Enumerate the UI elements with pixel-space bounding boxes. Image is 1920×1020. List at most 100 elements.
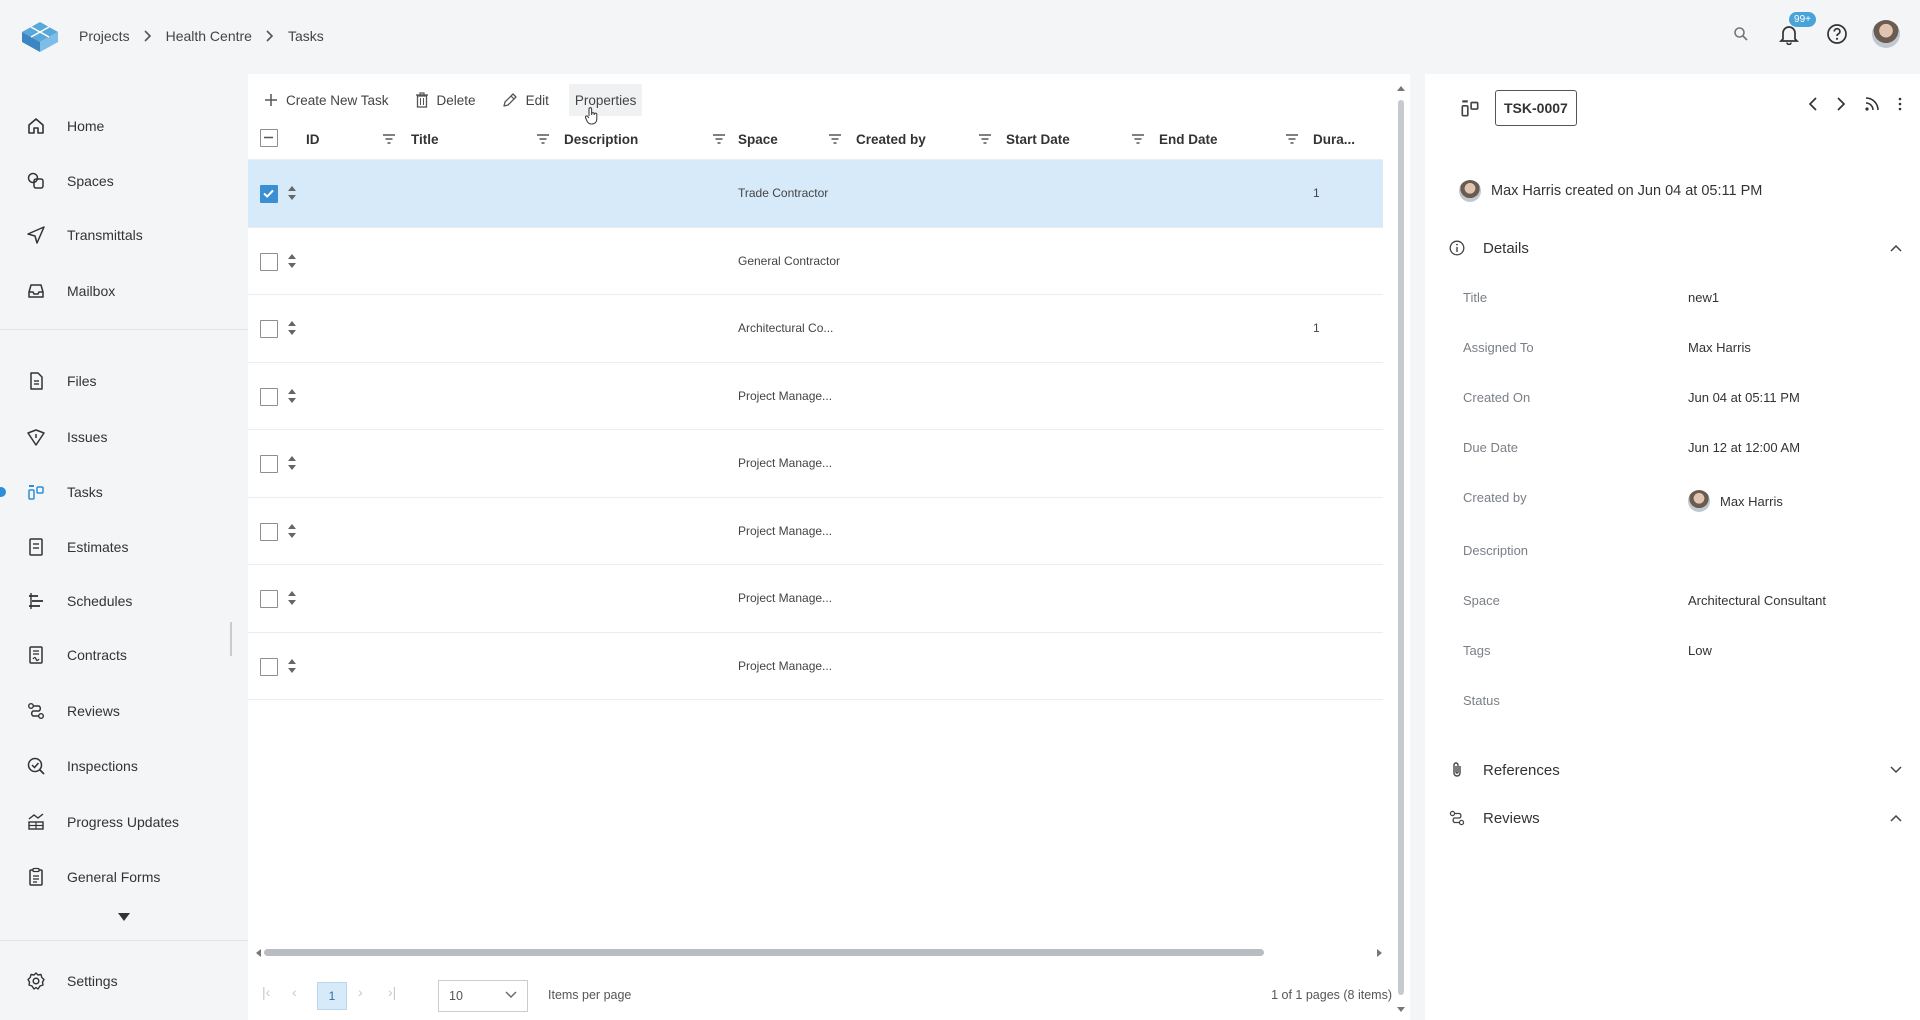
sidebar-item-progress-updates[interactable]: Progress Updates	[0, 802, 248, 842]
detail-field-value-wrap[interactable]: Max Harris	[1688, 490, 1783, 512]
delete-button[interactable]: Delete	[415, 84, 476, 116]
sidebar-item-transmittals[interactable]: Transmittals	[0, 215, 248, 255]
sidebar-item-estimates[interactable]: Estimates	[0, 527, 248, 567]
sidebar-item-spaces[interactable]: Spaces	[0, 161, 248, 201]
row-checkbox[interactable]	[260, 590, 278, 608]
sidebar-item-tasks[interactable]: Tasks	[0, 472, 248, 512]
reorder-arrows-icon[interactable]	[286, 453, 298, 473]
scrollbar-thumb[interactable]	[264, 949, 1264, 956]
row-checkbox[interactable]	[260, 185, 278, 203]
column-label: Description	[564, 131, 639, 147]
edit-button[interactable]: Edit	[502, 84, 549, 116]
first-page-icon[interactable]: |‹	[262, 984, 270, 1000]
sidebar-item-contracts[interactable]: Contracts	[0, 635, 248, 675]
column-header-end-date[interactable]: End Date	[1159, 118, 1218, 160]
creator-avatar	[1688, 490, 1710, 512]
sidebar-item-home[interactable]: Home	[0, 106, 248, 146]
reorder-arrows-icon[interactable]	[286, 251, 298, 271]
sidebar-more-caret-icon[interactable]	[117, 912, 131, 922]
scrollbar-thumb[interactable]	[1398, 100, 1404, 995]
items-per-page-select[interactable]: 10	[438, 980, 528, 1012]
sidebar-item-reviews[interactable]: Reviews	[0, 691, 248, 731]
filter-icon[interactable]	[536, 132, 550, 146]
column-header-id[interactable]: ID	[306, 118, 320, 160]
table-row[interactable]: Project Manage...	[248, 363, 1383, 430]
next-task-icon[interactable]	[1836, 97, 1846, 111]
notifications-bell-icon[interactable]: 99+	[1776, 12, 1816, 47]
filter-icon[interactable]	[712, 132, 726, 146]
sidebar-scrollbar[interactable]	[230, 622, 232, 656]
table-row[interactable]: Project Manage...	[248, 633, 1383, 700]
reorder-arrows-icon[interactable]	[286, 588, 298, 608]
tasks-icon	[1459, 97, 1481, 119]
filter-icon[interactable]	[1285, 132, 1299, 146]
table-row[interactable]: Project Manage...	[248, 565, 1383, 633]
properties-button[interactable]: Properties	[568, 84, 643, 116]
reviews-section-header[interactable]: Reviews	[1447, 803, 1902, 833]
previous-task-icon[interactable]	[1808, 97, 1818, 111]
detail-field-value: new1	[1688, 290, 1720, 305]
cell-space: Project Manage...	[738, 523, 833, 538]
row-checkbox[interactable]	[260, 455, 278, 473]
details-section-header[interactable]: Details	[1447, 233, 1902, 263]
row-checkbox[interactable]	[260, 252, 278, 271]
help-icon[interactable]	[1824, 21, 1850, 47]
table-row[interactable]: General Contractor	[248, 228, 1383, 295]
column-header-created-by[interactable]: Created by	[856, 118, 926, 160]
row-checkbox[interactable]	[260, 387, 278, 406]
breadcrumb-health-centre[interactable]: Health Centre	[166, 28, 252, 44]
reorder-arrows-icon[interactable]	[286, 656, 298, 676]
table-row[interactable]: Project Manage...	[248, 498, 1383, 565]
filter-icon[interactable]	[978, 132, 992, 146]
prev-page-icon[interactable]: ‹	[292, 984, 297, 1000]
user-avatar[interactable]	[1872, 20, 1900, 48]
table-row[interactable]: Architectural Co... 1	[248, 295, 1383, 363]
detail-field-value-wrap[interactable]: Jun 12 at 12:00 AM	[1688, 440, 1800, 455]
sidebar-item-files[interactable]: Files	[0, 361, 248, 401]
sidebar-item-inspections[interactable]: Inspections	[0, 746, 248, 786]
sidebar-item-mailbox[interactable]: Mailbox	[0, 271, 248, 311]
row-checkbox[interactable]	[260, 522, 278, 541]
select-all-checkbox[interactable]	[260, 129, 278, 147]
detail-field-value-wrap[interactable]: Max Harris	[1688, 340, 1751, 355]
search-icon[interactable]	[1728, 21, 1754, 47]
references-section-header[interactable]: References	[1447, 755, 1902, 785]
create-new-task-label: Create New Task	[286, 92, 389, 108]
detail-field-value-wrap[interactable]: new1	[1688, 290, 1719, 305]
reorder-arrows-icon[interactable]	[286, 318, 298, 338]
breadcrumb-projects[interactable]: Projects	[79, 28, 130, 44]
column-header-duration[interactable]: Dura...	[1313, 118, 1355, 160]
row-checkbox[interactable]	[260, 320, 278, 338]
reorder-arrows-icon[interactable]	[286, 183, 298, 203]
reorder-arrows-icon[interactable]	[286, 386, 298, 406]
detail-field-value-wrap[interactable]: Jun 04 at 05:11 PM	[1688, 390, 1800, 405]
filter-icon[interactable]	[1131, 132, 1145, 146]
app-logo-icon[interactable]	[20, 20, 60, 54]
column-header-start-date[interactable]: Start Date	[1006, 118, 1070, 160]
chevron-up-icon	[1890, 244, 1902, 252]
table-row[interactable]: Trade Contractor 1	[248, 160, 1383, 228]
sidebar-item-settings[interactable]: Settings	[0, 961, 248, 1001]
more-options-icon[interactable]	[1898, 97, 1902, 111]
create-new-task-button[interactable]: Create New Task	[264, 84, 389, 116]
filter-icon[interactable]	[828, 132, 842, 146]
cell-space: Trade Contractor	[738, 186, 829, 201]
column-header-title[interactable]: Title	[411, 118, 439, 160]
last-page-icon[interactable]: ›|	[388, 984, 396, 1000]
detail-field-value-wrap[interactable]: Architectural Consultant	[1688, 593, 1826, 608]
row-checkbox[interactable]	[260, 657, 278, 676]
horizontal-scrollbar[interactable]	[254, 946, 1384, 958]
reorder-arrows-icon[interactable]	[286, 521, 298, 541]
rss-feed-icon[interactable]	[1864, 96, 1880, 112]
page-number-button[interactable]: 1	[317, 982, 347, 1010]
sidebar-item-general-forms[interactable]: General Forms	[0, 857, 248, 897]
vertical-scrollbar[interactable]	[1396, 84, 1406, 1014]
column-header-description[interactable]: Description	[564, 118, 638, 160]
next-page-icon[interactable]: ›	[358, 984, 363, 1000]
sidebar-item-schedules[interactable]: Schedules	[0, 581, 248, 621]
column-header-space[interactable]: Space	[738, 118, 778, 160]
table-row[interactable]: Project Manage...	[248, 430, 1383, 498]
detail-field-value-wrap[interactable]: Low	[1688, 643, 1712, 658]
filter-icon[interactable]	[382, 132, 396, 146]
sidebar-item-issues[interactable]: Issues	[0, 417, 248, 457]
